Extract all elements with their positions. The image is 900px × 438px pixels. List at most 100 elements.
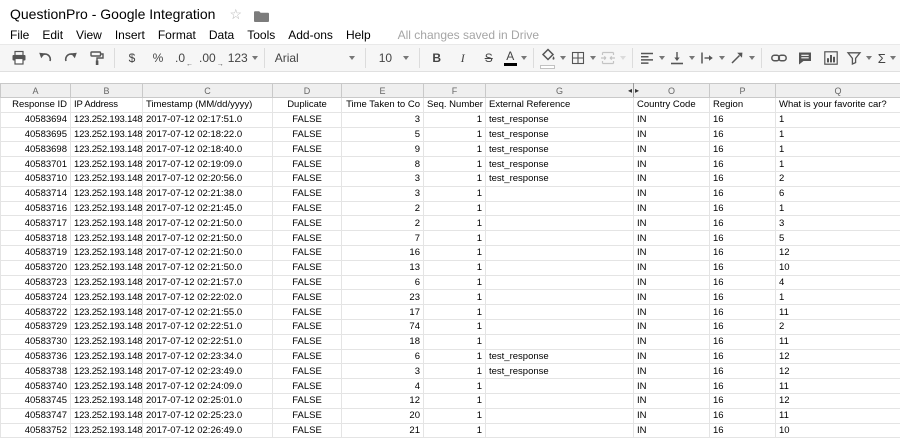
cell[interactable]: 12 (775, 244, 900, 261)
cell[interactable]: 123.252.193.148 (70, 111, 143, 128)
cell[interactable]: 40583719 (0, 244, 71, 261)
cell[interactable]: 40583718 (0, 230, 71, 246)
cell[interactable]: 2 (775, 170, 900, 187)
cell[interactable]: 123.252.193.148 (70, 392, 143, 409)
cell[interactable]: 1 (423, 289, 486, 306)
cell[interactable]: 40583720 (0, 259, 71, 276)
cell[interactable]: 40583695 (0, 126, 71, 143)
cell[interactable]: 4 (341, 378, 424, 394)
cell[interactable]: FALSE (272, 215, 342, 232)
cell[interactable]: 40583740 (0, 378, 71, 394)
cell[interactable]: 123.252.193.148 (70, 141, 143, 158)
italic-button[interactable]: I (450, 46, 476, 70)
cell[interactable]: 1 (423, 422, 486, 438)
column-header-F[interactable]: F (423, 83, 486, 98)
cell[interactable]: 21 (341, 422, 424, 438)
cell[interactable]: IN (633, 141, 710, 158)
cell[interactable]: 1 (423, 407, 486, 424)
borders-button[interactable] (568, 46, 598, 70)
cell[interactable]: 2017-07-12 02:22:51.0 (142, 333, 273, 350)
cell[interactable]: FALSE (272, 259, 342, 276)
folder-icon[interactable] (254, 9, 270, 22)
cell[interactable]: test_response (485, 348, 634, 365)
cell[interactable]: 1 (775, 141, 900, 158)
cell[interactable]: 123.252.193.148 (70, 422, 143, 438)
column-header-C[interactable]: C (142, 83, 273, 98)
cell[interactable] (485, 244, 634, 261)
cell[interactable]: test_response (485, 363, 634, 380)
cell[interactable]: 16 (709, 185, 776, 202)
cell[interactable]: 123.252.193.148 (70, 274, 143, 291)
cell[interactable]: 16 (709, 304, 776, 320)
cell[interactable]: 3 (775, 215, 900, 232)
cell[interactable]: 16 (709, 333, 776, 350)
cell[interactable]: IN (633, 200, 710, 217)
field-header-cell[interactable]: External Reference (485, 97, 634, 113)
cell[interactable]: 12 (775, 363, 900, 380)
cell[interactable]: 1 (775, 200, 900, 217)
column-header-E[interactable]: E (341, 83, 424, 98)
cell[interactable]: 10 (775, 422, 900, 438)
cell[interactable]: 40583717 (0, 215, 71, 232)
cell[interactable]: 12 (775, 392, 900, 409)
format-as-percent-button[interactable]: % (145, 46, 171, 70)
cell[interactable]: 2017-07-12 02:25:01.0 (142, 392, 273, 409)
cell[interactable]: 6 (341, 348, 424, 365)
cell[interactable]: test_response (485, 170, 634, 187)
cell[interactable]: 16 (709, 259, 776, 276)
cell[interactable]: FALSE (272, 407, 342, 424)
cell[interactable]: 40583747 (0, 407, 71, 424)
menu-data[interactable]: Data (209, 28, 234, 42)
cell[interactable]: 16 (709, 230, 776, 246)
cell[interactable]: IN (633, 422, 710, 438)
cell[interactable]: 40583722 (0, 304, 71, 320)
cell[interactable] (485, 304, 634, 320)
cell[interactable]: FALSE (272, 422, 342, 438)
cell[interactable]: FALSE (272, 392, 342, 409)
field-header-cell[interactable]: IP Address (70, 97, 143, 113)
cell[interactable]: FALSE (272, 126, 342, 143)
cell[interactable]: test_response (485, 111, 634, 128)
cell[interactable]: 123.252.193.148 (70, 156, 143, 172)
cell[interactable]: 2017-07-12 02:21:57.0 (142, 274, 273, 291)
cell[interactable]: IN (633, 304, 710, 320)
cell[interactable]: 1 (423, 333, 486, 350)
cell[interactable]: FALSE (272, 274, 342, 291)
field-header-cell[interactable]: Duplicate (272, 97, 342, 113)
cell[interactable]: 1 (423, 200, 486, 217)
cell[interactable]: 123.252.193.148 (70, 259, 143, 276)
cell[interactable]: IN (633, 156, 710, 172)
cell[interactable]: 1 (423, 141, 486, 158)
cell[interactable]: FALSE (272, 318, 342, 335)
menu-format[interactable]: Format (158, 28, 196, 42)
expand-hidden-columns-left-icon[interactable]: ◂ (628, 85, 632, 97)
cell[interactable]: IN (633, 111, 710, 128)
cell[interactable] (485, 407, 634, 424)
cell[interactable]: 16 (709, 378, 776, 394)
cell[interactable]: test_response (485, 156, 634, 172)
cell[interactable]: IN (633, 126, 710, 143)
cell[interactable]: FALSE (272, 304, 342, 320)
menu-file[interactable]: File (10, 28, 29, 42)
print-button[interactable] (6, 46, 32, 70)
cell[interactable]: 2017-07-12 02:21:55.0 (142, 304, 273, 320)
column-header-P[interactable]: P (709, 83, 776, 98)
cell[interactable]: 2017-07-12 02:21:45.0 (142, 200, 273, 217)
cell[interactable]: 1 (423, 348, 486, 365)
cell[interactable]: FALSE (272, 378, 342, 394)
cell[interactable]: 123.252.193.148 (70, 185, 143, 202)
cell[interactable] (485, 318, 634, 335)
cell[interactable]: 8 (341, 156, 424, 172)
cell[interactable]: 4 (775, 274, 900, 291)
cell[interactable]: 123.252.193.148 (70, 200, 143, 217)
cell[interactable]: 40583729 (0, 318, 71, 335)
cell[interactable]: 1 (423, 185, 486, 202)
column-header-B[interactable]: B (70, 83, 143, 98)
cell[interactable]: 10 (775, 259, 900, 276)
cell[interactable]: 40583738 (0, 363, 71, 380)
cell[interactable]: 17 (341, 304, 424, 320)
cell[interactable]: 123.252.193.148 (70, 244, 143, 261)
column-header-O[interactable]: O ▸ (633, 83, 710, 98)
cell[interactable]: 123.252.193.148 (70, 333, 143, 350)
cell[interactable]: IN (633, 392, 710, 409)
